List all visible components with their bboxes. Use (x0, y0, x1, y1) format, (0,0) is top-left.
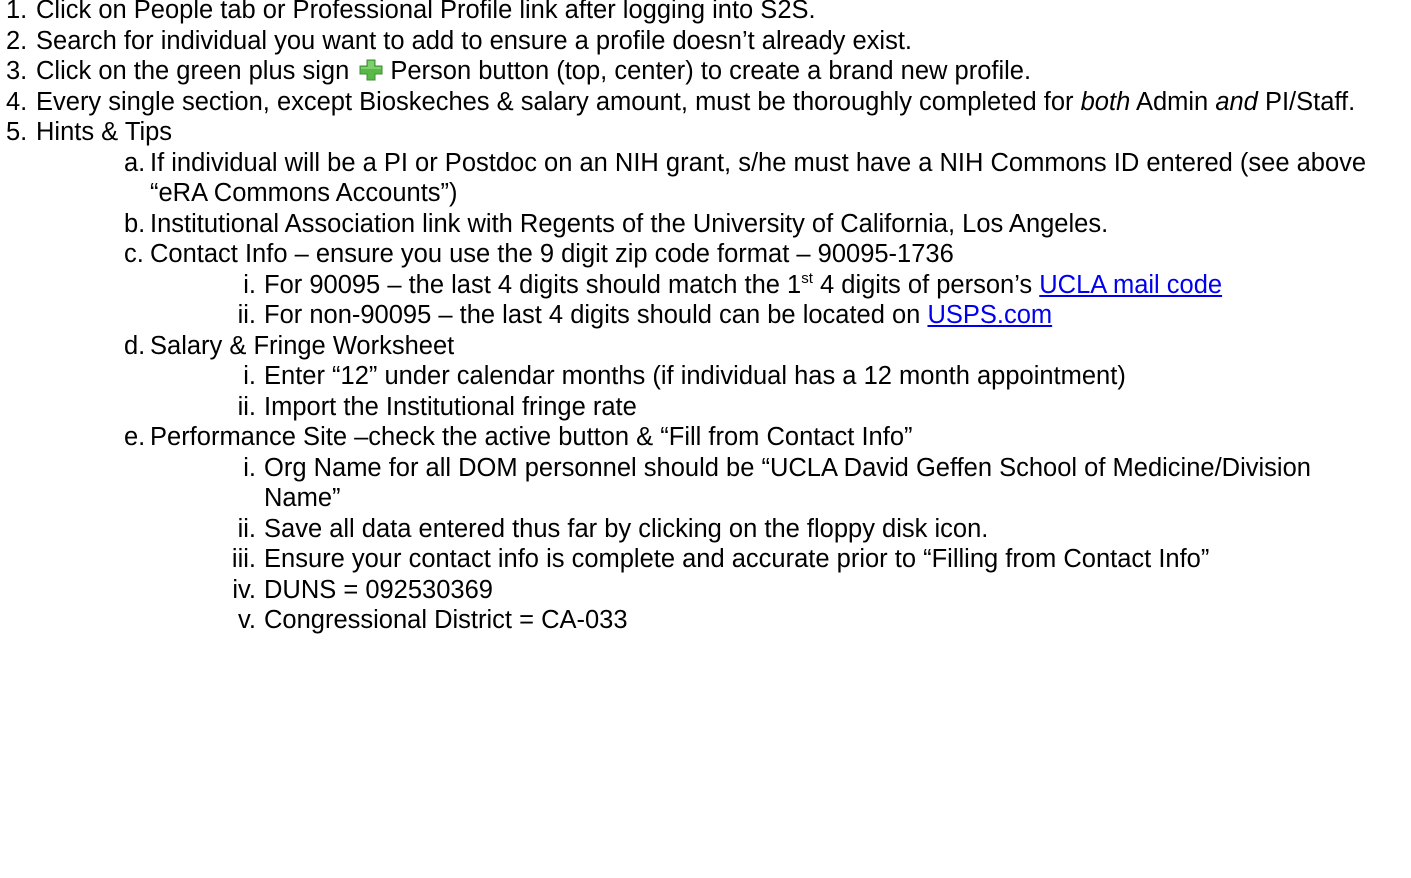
superscript: st (801, 269, 813, 287)
list-item-text-part: PI/Staff. (1257, 87, 1356, 116)
list-item-text: Institutional Association link with Rege… (150, 209, 1109, 238)
emphasis-text: and (1215, 87, 1258, 116)
list-marker: ii. (237, 301, 256, 329)
list-item-text: Search for individual you want to add to… (36, 26, 913, 55)
list-item-text: DUNS = 092530369 (264, 575, 493, 604)
subsublist-item: iv. DUNS = 092530369 (0, 575, 1411, 606)
list-marker: i. (243, 453, 256, 482)
subsublist-item: ii. For non-90095 – the last 4 digits sh… (0, 300, 1411, 331)
list-marker: 1. (6, 0, 28, 24)
list-item-text-after: 4 digits of person’s (812, 270, 1040, 299)
subsublist-item: iii. Ensure your contact info is complet… (0, 544, 1411, 575)
list-item-text: Contact Info – ensure you use the 9 digi… (150, 240, 954, 268)
list-item-text: For non-90095 – the last 4 digits should… (264, 300, 1394, 331)
subsublist-item: i. For 90095 – the last 4 digits should … (0, 270, 1411, 301)
subsublist-item: i. Enter “12” under calendar months (if … (0, 361, 1411, 392)
list-item: 1. Click on People tab or Professional P… (0, 0, 1411, 26)
sublist-item: a. If individual will be a PI or Postdoc… (0, 148, 1411, 209)
list-item-text: Import the Institutional fringe rate (264, 392, 637, 421)
instructions-document: 1. Click on People tab or Professional P… (0, 0, 1411, 636)
list-marker: e. (124, 423, 146, 451)
sublist-item: e. Performance Site –check the active bu… (0, 422, 1411, 453)
subsublist-item: v. Congressional District = CA-033 (0, 605, 1411, 636)
list-marker: 5. (6, 118, 28, 146)
sublist-item: c. Contact Info – ensure you use the 9 d… (0, 239, 1411, 270)
emphasis-text: both (1080, 87, 1131, 116)
list-marker: d. (124, 331, 146, 360)
list-item-text: Click on the green plus sign Person butt… (36, 56, 1406, 87)
list-item-text: Performance Site –check the active butto… (150, 423, 913, 451)
subsublist-item: ii. Save all data entered thus far by cl… (0, 514, 1411, 545)
list-item: 4. Every single section, except Bioskech… (0, 87, 1411, 118)
usps-link[interactable]: USPS.com (927, 301, 1052, 329)
list-marker: iv. (232, 575, 256, 604)
list-item-text-part: Every single section, except Bioskeches … (36, 87, 1074, 116)
subsublist-item: i. Org Name for all DOM personnel should… (0, 453, 1411, 514)
ucla-mail-code-link[interactable]: UCLA mail code (1039, 271, 1222, 299)
list-marker: ii. (237, 514, 256, 543)
list-marker: ii. (237, 392, 256, 421)
list-item-text: Hints & Tips (36, 118, 173, 146)
list-item-text: For 90095 – the last 4 digits should mat… (264, 270, 1394, 301)
list-item-text: Save all data entered thus far by clicki… (264, 514, 989, 543)
list-item-text-before: Click on the green plus sign (36, 57, 350, 85)
green-plus-icon (358, 59, 384, 81)
subsublist-item: ii. Import the Institutional fringe rate (0, 392, 1411, 423)
list-marker: 3. (6, 57, 28, 85)
list-item-text: Enter “12” under calendar months (if ind… (264, 362, 1126, 390)
list-marker: b. (124, 209, 146, 238)
list-item-text: Ensure your contact info is complete and… (264, 545, 1210, 573)
list-item-text: If individual will be a PI or Postdoc on… (150, 148, 1367, 208)
list-item-text: Congressional District = CA-033 (264, 606, 628, 634)
list-item-text-before: For 90095 – the last 4 digits should mat… (264, 270, 802, 299)
list-marker: v. (238, 606, 256, 634)
list-marker: 2. (6, 26, 28, 55)
list-marker: i. (243, 362, 256, 390)
list-marker: 4. (6, 87, 28, 116)
list-item: 5. Hints & Tips (0, 117, 1411, 148)
list-item-text-part: Admin (1130, 87, 1216, 116)
list-item-text: Click on People tab or Professional Prof… (36, 0, 816, 24)
list-item: 2. Search for individual you want to add… (0, 26, 1411, 57)
list-marker: iii. (231, 545, 256, 573)
list-marker: a. (124, 148, 146, 177)
list-marker: i. (243, 270, 256, 299)
list-marker: c. (124, 240, 144, 268)
list-item-text: Org Name for all DOM personnel should be… (264, 453, 1311, 513)
list-item: 3. Click on the green plus sign Person b… (0, 56, 1411, 87)
list-item-text-before: For non-90095 – the last 4 digits should… (264, 301, 928, 329)
sublist-item: d. Salary & Fringe Worksheet (0, 331, 1411, 362)
list-item-text-after: Person button (top, center) to create a … (390, 57, 1032, 85)
list-item-text: Every single section, except Bioskeches … (36, 87, 1406, 118)
sublist-item: b. Institutional Association link with R… (0, 209, 1411, 240)
list-item-text: Salary & Fringe Worksheet (150, 331, 455, 360)
